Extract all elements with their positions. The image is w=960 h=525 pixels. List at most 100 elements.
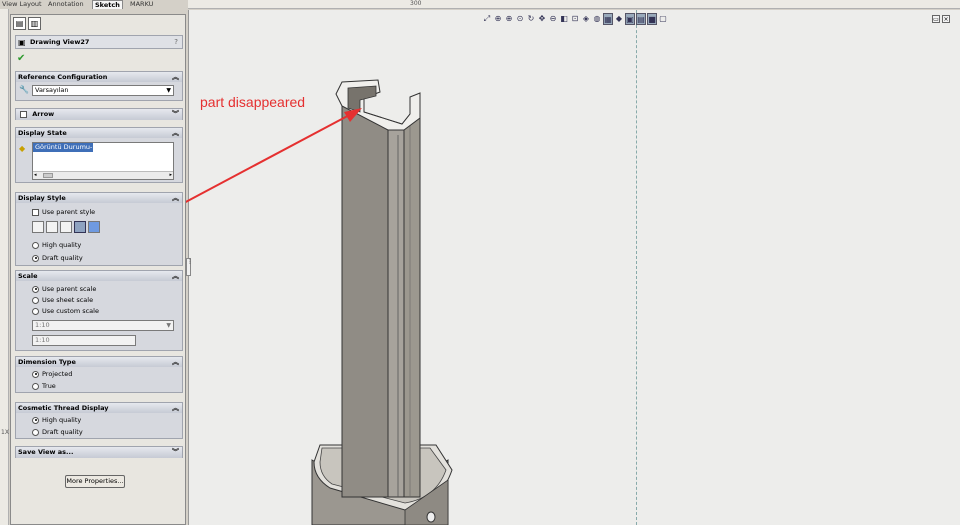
draft-quality-radio[interactable] — [32, 254, 39, 262]
cosmetic-thread-label: Cosmetic Thread Display — [18, 404, 109, 412]
thread-draft-quality-row[interactable]: Draft quality — [32, 428, 83, 436]
expand-chevron-icon[interactable]: ︾ — [172, 447, 179, 457]
view-toolbar: ⤢ ⊕ ⊕ ⊙ ↻ ✥ ⊖ ◧ ⊡ ◈ ◍ ▦ ◆ ▣ ▤ ■ ▢ — [482, 13, 668, 27]
hidden-removed-style-icon[interactable] — [60, 221, 72, 233]
true-label: True — [42, 382, 56, 390]
use-custom-scale-radio[interactable] — [32, 307, 39, 315]
hide-show-icon[interactable]: ◈ — [581, 13, 591, 25]
scale-label: Scale — [18, 272, 38, 280]
hidden-visible-style-icon[interactable] — [46, 221, 58, 233]
hidden-lines-icon[interactable]: ▤ — [636, 13, 646, 25]
custom-scale-input[interactable]: 1:10 — [32, 335, 136, 346]
custom-scale-select[interactable]: 1:10 ▼ — [32, 320, 174, 331]
use-sheet-scale-label: Use sheet scale — [42, 296, 94, 304]
use-parent-scale-row[interactable]: Use parent scale — [32, 285, 96, 293]
more-properties-button[interactable]: More Properties... — [65, 475, 125, 488]
configuration-select[interactable]: Varsayılan ▼ — [32, 85, 174, 96]
save-view-box: Save View as... ︾ — [15, 446, 183, 458]
wireframe-icon[interactable]: ▣ — [625, 13, 635, 25]
collapse-chevron-icon[interactable]: ︽ — [172, 357, 179, 367]
display-state-list[interactable]: Görüntü Durumu-1 ◂ ▸ — [32, 142, 174, 180]
view-settings-icon[interactable]: ▢ — [658, 13, 668, 25]
collapse-chevron-icon[interactable]: ︽ — [172, 128, 179, 138]
rotate-icon[interactable]: ↻ — [526, 13, 536, 25]
section-view-icon[interactable]: ▦ — [603, 13, 613, 25]
collapse-chevron-icon[interactable]: ︽ — [172, 193, 179, 203]
appearance-icon[interactable]: ◍ — [592, 13, 602, 25]
high-quality-radio[interactable] — [32, 241, 39, 249]
dimension-type-header[interactable]: Dimension Type ︽ — [16, 357, 182, 367]
scene-icon[interactable]: ◆ — [614, 13, 624, 25]
thread-draft-quality-label: Draft quality — [42, 428, 83, 436]
high-quality-row[interactable]: High quality — [32, 241, 81, 249]
true-radio[interactable] — [32, 382, 39, 390]
collapse-chevron-icon[interactable]: ︽ — [172, 271, 179, 281]
panel-tabs: ▤ ▥ — [13, 17, 41, 31]
close-icon[interactable]: × — [942, 15, 950, 23]
display-state-header[interactable]: Display State ︽ — [16, 128, 182, 138]
display-state-box: Display State ︽ ◆ Görüntü Durumu-1 ◂ ▸ — [15, 127, 183, 183]
save-view-header[interactable]: Save View as... ︾ — [16, 447, 182, 458]
thread-high-quality-row[interactable]: High quality — [32, 416, 81, 424]
property-manager: ▤ ▥ ▣ Drawing View27 ? ✔ Reference Confi… — [10, 14, 186, 525]
use-parent-style-checkbox[interactable] — [32, 208, 39, 216]
true-row[interactable]: True — [32, 382, 56, 390]
scale-header[interactable]: Scale ︽ — [16, 271, 182, 281]
projected-row[interactable]: Projected — [32, 370, 72, 378]
thread-high-quality-radio[interactable] — [32, 416, 39, 424]
scroll-thumb[interactable] — [43, 173, 53, 178]
wireframe-style-icon[interactable] — [32, 221, 44, 233]
draft-quality-row[interactable]: Draft quality — [32, 254, 83, 262]
help-icon[interactable]: ? — [174, 38, 178, 46]
display-style-box: Display Style ︽ Use parent style High qu… — [15, 192, 183, 266]
zoom-to-fit-icon[interactable]: ⤢ — [482, 13, 492, 25]
chevron-down-icon: ▼ — [166, 322, 171, 329]
display-state-label: Display State — [18, 129, 67, 137]
chevron-down-icon: ▼ — [166, 87, 171, 94]
arrow-checkbox[interactable] — [20, 110, 27, 118]
horizontal-scrollbar[interactable]: ◂ ▸ — [33, 171, 173, 179]
cosmetic-thread-header[interactable]: Cosmetic Thread Display ︽ — [16, 403, 182, 413]
save-view-label: Save View as... — [18, 448, 74, 456]
use-sheet-scale-row[interactable]: Use sheet scale — [32, 296, 93, 304]
zoom-area-icon[interactable]: ⊕ — [493, 13, 503, 25]
display-style-header[interactable]: Display Style ︽ — [16, 193, 182, 203]
dimension-type-label: Dimension Type — [18, 358, 76, 366]
ok-check-icon[interactable]: ✔ — [17, 53, 25, 64]
use-sheet-scale-radio[interactable] — [32, 296, 39, 304]
use-parent-scale-radio[interactable] — [32, 285, 39, 293]
restore-icon[interactable]: ▭ — [932, 15, 940, 23]
orientation-icon[interactable]: ⊡ — [570, 13, 580, 25]
pan-icon[interactable]: ✥ — [537, 13, 547, 25]
reference-configuration-label: Reference Configuration — [18, 73, 108, 81]
projected-radio[interactable] — [32, 370, 39, 378]
scroll-left-icon[interactable]: ◂ — [34, 172, 37, 178]
shaded-edges-style-icon[interactable] — [74, 221, 86, 233]
zoom-selection-icon[interactable]: ⊙ — [515, 13, 525, 25]
draft-quality-label: Draft quality — [42, 254, 83, 262]
thread-draft-quality-radio[interactable] — [32, 428, 39, 436]
zoom-out-icon[interactable]: ⊖ — [548, 13, 558, 25]
arrow-header[interactable]: Arrow ︾ — [16, 109, 182, 120]
drawing-view-icon: ▣ — [18, 38, 26, 47]
scroll-right-icon[interactable]: ▸ — [169, 172, 172, 178]
zoom-in-icon[interactable]: ⊕ — [504, 13, 514, 25]
display-style-icon[interactable]: ◧ — [559, 13, 569, 25]
panel-title-box: ▣ Drawing View27 ? — [15, 35, 183, 49]
shaded-icon[interactable]: ■ — [647, 13, 657, 25]
reference-configuration-box: Reference Configuration ︽ 🔧 Varsayılan ▼ — [15, 71, 183, 101]
panel-splitter-handle[interactable]: ⋮ — [186, 258, 193, 276]
display-style-buttons — [32, 221, 100, 233]
projected-label: Projected — [42, 370, 73, 378]
reference-configuration-header[interactable]: Reference Configuration ︽ — [16, 72, 182, 82]
expand-chevron-icon[interactable]: ︾ — [172, 109, 179, 119]
display-state-item[interactable]: Görüntü Durumu-1 — [33, 143, 93, 160]
collapse-chevron-icon[interactable]: ︽ — [172, 403, 179, 413]
property-manager-tab-icon[interactable]: ▤ — [13, 17, 26, 30]
collapse-chevron-icon[interactable]: ︽ — [172, 72, 179, 82]
dimension-type-box: Dimension Type ︽ Projected True — [15, 356, 183, 393]
shaded-style-icon[interactable] — [88, 221, 100, 233]
feature-tree-tab-icon[interactable]: ▥ — [28, 17, 41, 30]
use-parent-style-row[interactable]: Use parent style — [32, 208, 95, 216]
use-custom-scale-row[interactable]: Use custom scale — [32, 307, 99, 315]
